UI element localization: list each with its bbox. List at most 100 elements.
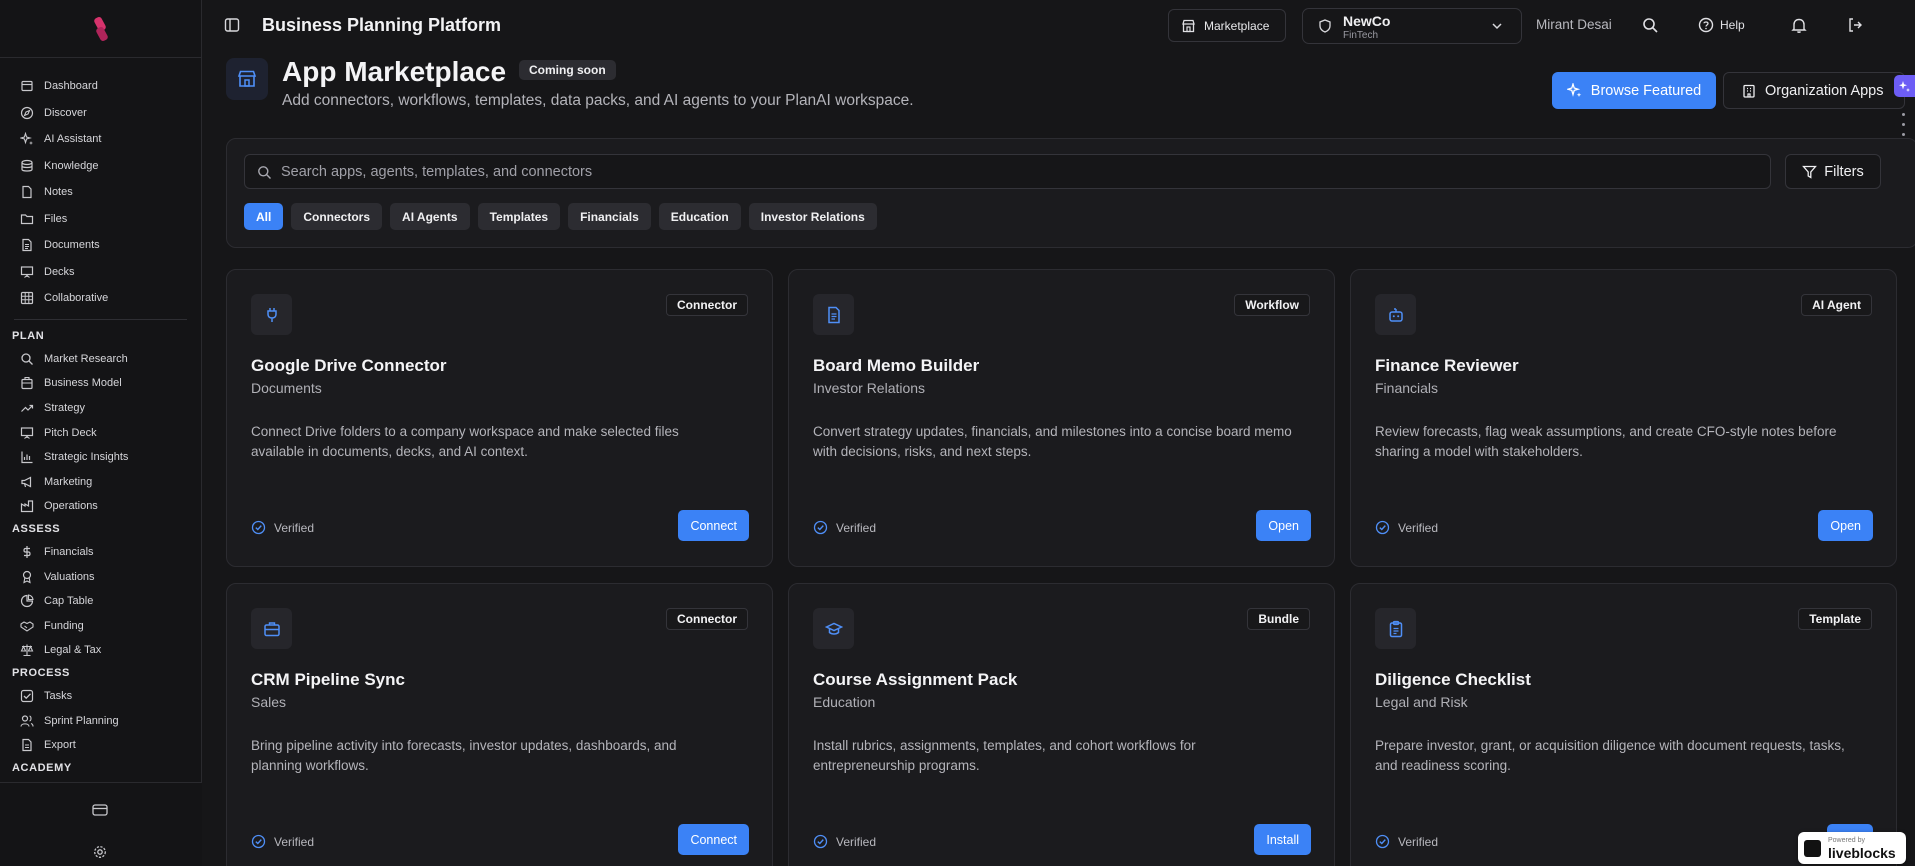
folder-icon <box>20 214 34 224</box>
chevron-down-icon <box>1492 23 1502 30</box>
app-card-title[interactable]: Board Memo Builder <box>813 356 979 376</box>
app-card-title[interactable]: Google Drive Connector <box>251 356 447 376</box>
sidebar-toggle-icon[interactable] <box>224 17 240 33</box>
app-card: Workflow Board Memo Builder Investor Relat… <box>788 269 1335 567</box>
sidebar-item-valuations[interactable]: Valuations <box>12 564 189 589</box>
user-name[interactable]: Mirant Desai <box>1536 17 1612 32</box>
sidebar-item-strategic-insights[interactable]: Strategic Insights <box>12 445 189 470</box>
app-card: AI Agent Finance Reviewer Financials Review… <box>1350 269 1897 567</box>
filter-chip-financials[interactable]: Financials <box>568 203 651 230</box>
sidebar-item-business-model[interactable]: Business Model <box>12 371 189 396</box>
app-type-badge: Template <box>1798 608 1872 630</box>
org-switcher[interactable]: NewCo FinTech <box>1302 8 1522 44</box>
sidebar-item-export[interactable]: Export <box>12 733 189 758</box>
megaphone-icon <box>21 476 32 488</box>
org-industry: FinTech <box>1343 30 1379 41</box>
app-card-action-button[interactable]: Open <box>1818 510 1873 541</box>
marketplace-header-icon <box>226 58 268 100</box>
ai-assistant-fab[interactable] <box>1894 75 1915 97</box>
sidebar-item-tasks[interactable]: Tasks <box>12 684 189 709</box>
search-icon[interactable] <box>1642 17 1659 34</box>
filter-chip-investor-relations[interactable]: Investor Relations <box>748 203 877 230</box>
card-icon[interactable] <box>92 803 108 817</box>
sidebar-item-decks[interactable]: Decks <box>12 259 189 286</box>
users-icon <box>20 714 34 727</box>
sidebar-item-operations[interactable]: Operations <box>12 494 189 519</box>
settings-gear-icon[interactable] <box>93 845 107 859</box>
sidebar-item-legal-tax[interactable]: Legal & Tax <box>12 638 189 663</box>
sidebar-item-ai-assistant[interactable]: AI Assistant <box>12 126 189 153</box>
sidebar-item-documents[interactable]: Documents <box>12 232 189 259</box>
graduation-cap-icon <box>824 622 843 635</box>
sidebar-item-strategy[interactable]: Strategy <box>12 396 189 421</box>
filter-chip-templates[interactable]: Templates <box>477 203 561 230</box>
sidebar-item-label: Market Research <box>44 352 128 365</box>
verified-label: Verified <box>1398 834 1439 849</box>
verified-status: Verified <box>813 520 876 535</box>
sidebar-section-heading: ACADEMY <box>12 761 72 774</box>
sidebar-item-financials[interactable]: Financials <box>12 540 189 565</box>
sidebar-item-marketing[interactable]: Marketing <box>12 469 189 494</box>
help-button[interactable]: Help <box>1698 17 1745 33</box>
sidebar-item-dashboard[interactable]: Dashboard <box>12 73 189 100</box>
sidebar-item-knowledge[interactable]: Knowledge <box>12 153 189 180</box>
liveblocks-badge[interactable]: Powered by liveblocks <box>1798 832 1906 864</box>
search-panel: Filters All Connectors AI Agents Templates F… <box>226 138 1915 248</box>
app-logo[interactable] <box>0 0 201 58</box>
home-icon <box>21 81 33 92</box>
organization-apps-button[interactable]: Organization Apps <box>1723 72 1905 109</box>
factory-icon <box>20 500 34 513</box>
clipboard-icon <box>1389 620 1402 637</box>
search-input[interactable] <box>281 155 1761 188</box>
browse-featured-button[interactable]: Browse Featured <box>1552 72 1716 109</box>
search-icon <box>258 166 271 179</box>
sidebar-item-market-research[interactable]: Market Research <box>12 347 189 372</box>
app-card-description: Prepare investor, grant, or acquisition … <box>1375 738 1845 773</box>
sidebar-item-label: Files <box>44 212 68 225</box>
sidebar-item-sprint-planning[interactable]: Sprint Planning <box>12 708 189 733</box>
sidebar-item-funding[interactable]: Funding <box>12 613 189 638</box>
more-vertical-icon[interactable] <box>1902 113 1906 143</box>
sidebar-item-notes[interactable]: Notes <box>12 179 189 206</box>
sidebar-item-cap-table[interactable]: Cap Table <box>12 589 189 614</box>
sidebar-item-files[interactable]: Files <box>12 206 189 233</box>
sidebar-item-pitch-deck[interactable]: Pitch Deck <box>12 420 189 445</box>
search-field[interactable] <box>244 154 1771 189</box>
app-card-action-button[interactable]: Install <box>1254 824 1311 855</box>
app-card-title[interactable]: Course Assignment Pack <box>813 670 1017 690</box>
shield-icon <box>1319 19 1331 33</box>
sidebar-divider <box>14 318 187 320</box>
bell-icon[interactable] <box>1791 17 1807 34</box>
sidebar: Dashboard Discover AI Assistant Knowledge No… <box>0 0 202 866</box>
building-icon <box>1743 84 1755 98</box>
sidebar-item-discover[interactable]: Discover <box>12 100 189 127</box>
app-card-action-button[interactable]: Connect <box>678 824 749 855</box>
app-card-category: Investor Relations <box>813 380 926 396</box>
sidebar-section-heading: ASSESS <box>12 523 61 536</box>
document-icon <box>827 306 840 323</box>
verified-label: Verified <box>836 834 877 849</box>
app-card-action-button[interactable]: Connect <box>678 510 749 541</box>
filter-chip-connectors[interactable]: Connectors <box>291 203 383 230</box>
logout-icon[interactable] <box>1847 17 1863 33</box>
app-card-title[interactable]: Diligence Checklist <box>1375 670 1531 690</box>
sidebar-item-collaborative[interactable]: Collaborative <box>12 285 189 312</box>
app-card-action-button[interactable]: Open <box>1256 510 1311 541</box>
filter-chip-ai-agents[interactable]: AI Agents <box>390 203 470 230</box>
filter-chip-all[interactable]: All <box>244 203 284 230</box>
app-card-title[interactable]: Finance Reviewer <box>1375 356 1519 376</box>
checkbox-icon <box>20 689 34 703</box>
document-icon <box>22 239 32 252</box>
sidebar-item-label: Collaborative <box>44 292 109 305</box>
filter-chip-education[interactable]: Education <box>658 203 741 230</box>
sidebar-item-label: Knowledge <box>44 159 99 172</box>
app-card-title[interactable]: CRM Pipeline Sync <box>251 670 405 690</box>
filters-button[interactable]: Filters <box>1785 154 1881 189</box>
sparkles-icon <box>20 132 33 146</box>
sidebar-item-label: Financials <box>44 545 94 558</box>
sidebar-item-label: Legal & Tax <box>44 644 102 657</box>
app-card: Template Diligence Checklist Legal and Ris… <box>1350 583 1897 866</box>
marketplace-button[interactable]: Marketplace <box>1168 9 1286 42</box>
handshake-icon <box>20 621 34 632</box>
verified-label: Verified <box>274 520 315 535</box>
